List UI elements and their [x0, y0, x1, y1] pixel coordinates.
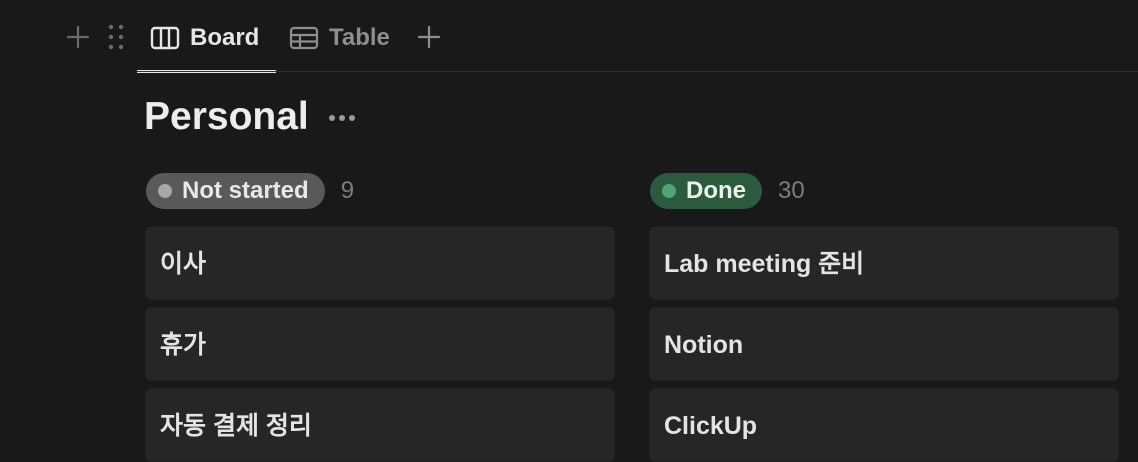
board-card[interactable]: 휴가 [146, 308, 614, 380]
status-label: Not started [182, 177, 309, 204]
card-title: Lab meeting 준비 [664, 250, 865, 278]
add-view-icon[interactable] [417, 25, 441, 49]
card-title: ClickUp [664, 412, 758, 440]
notion-board-page: Board Table Personal Not started 9 이사 휴가… [0, 0, 1138, 462]
column-header: Done 30 [650, 172, 1118, 210]
column-count: 9 [340, 177, 355, 204]
board-icon [150, 26, 180, 50]
card-title: 자동 결제 정리 [160, 412, 312, 440]
board-card[interactable]: 이사 [146, 227, 614, 299]
board-column-done: Done 30 Lab meeting 준비 Notion ClickUp [650, 172, 1118, 461]
tab-board-label: Board [190, 24, 260, 51]
board-card[interactable]: Notion [650, 308, 1118, 380]
card-title: 이사 [160, 250, 207, 278]
database-title[interactable]: Personal [144, 94, 309, 140]
board-card[interactable]: ClickUp [650, 389, 1118, 461]
column-header: Not started 9 [146, 172, 614, 210]
status-label: Done [686, 177, 746, 204]
tab-table-label: Table [329, 24, 390, 51]
card-list: 이사 휴가 자동 결제 정리 [146, 227, 614, 462]
status-dot-icon [158, 184, 172, 198]
status-badge[interactable]: Not started [146, 173, 325, 209]
card-title: 휴가 [160, 331, 207, 359]
table-icon [289, 26, 319, 50]
view-bar-divider [137, 71, 1138, 72]
status-badge[interactable]: Done [650, 173, 762, 209]
add-block-icon[interactable] [66, 25, 90, 49]
drag-handle-icon[interactable] [107, 24, 125, 50]
board-card[interactable]: 자동 결제 정리 [146, 389, 614, 461]
board-column-not-started: Not started 9 이사 휴가 자동 결제 정리 [146, 172, 614, 461]
tab-board[interactable]: Board [150, 20, 259, 56]
view-tabs-bar: Board Table [0, 0, 1138, 73]
board-card[interactable]: Lab meeting 준비 [650, 227, 1118, 299]
status-dot-icon [662, 184, 676, 198]
card-title: Notion [664, 331, 744, 359]
column-count: 30 [778, 177, 805, 204]
card-list: Lab meeting 준비 Notion ClickUp [650, 227, 1118, 462]
tab-table[interactable]: Table [289, 20, 390, 56]
more-options-icon[interactable] [327, 106, 357, 130]
